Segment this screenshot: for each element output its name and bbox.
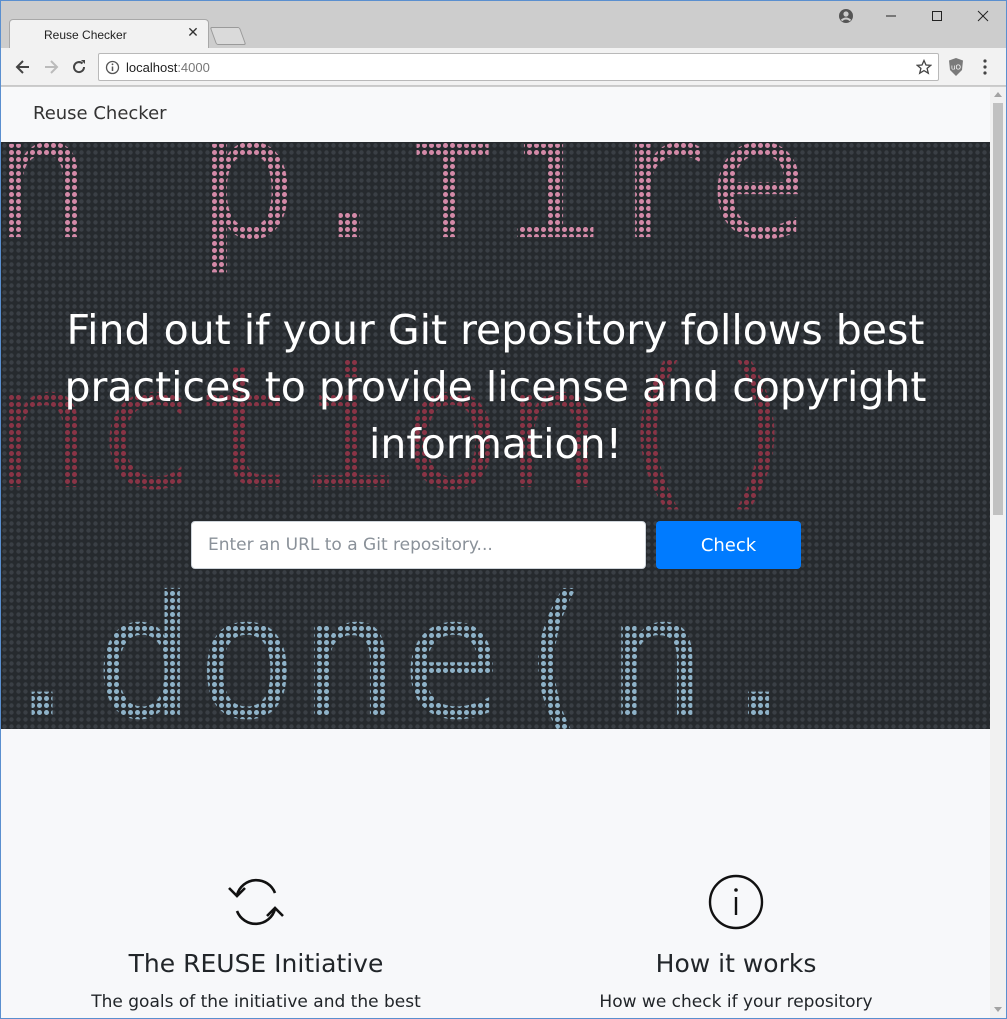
check-button[interactable]: Check <box>656 521 801 569</box>
reload-icon <box>73 60 86 74</box>
more-menu-icon[interactable] <box>979 58 991 76</box>
repository-url-input[interactable] <box>191 521 646 569</box>
browser-titlebar: Reuse Checker ✕ <box>1 1 1006 49</box>
hero-code-line-3: .done(n. <box>1 560 810 729</box>
feature-description: How we check if your repository <box>599 992 873 1012</box>
info-icon[interactable] <box>105 60 120 75</box>
scroll-up-arrow-icon[interactable] <box>994 92 1002 97</box>
ublock-extension-icon[interactable]: uO <box>947 57 965 77</box>
maximize-button[interactable] <box>914 1 960 31</box>
hero-title: Find out if your Git repository follows … <box>64 306 927 468</box>
scroll-thumb[interactable] <box>993 103 1003 515</box>
back-arrow-icon <box>15 60 29 74</box>
url-port: :4000 <box>177 60 210 75</box>
profile-icon[interactable] <box>837 7 855 25</box>
feature-title: How it works <box>655 949 817 978</box>
svg-text:uO: uO <box>951 64 961 72</box>
minimize-icon <box>886 15 896 17</box>
url-host: localhost <box>126 60 178 75</box>
maximize-icon <box>932 11 942 21</box>
feature-reuse-initiative: The REUSE Initiative The goals of the in… <box>16 729 496 1012</box>
browser-toolbar: localhost:4000 uO <box>1 48 1006 86</box>
page-scrollbar[interactable] <box>990 87 1006 1018</box>
reload-button[interactable] <box>68 56 90 78</box>
hero-code-line-1: n p.fire <box>1 142 810 278</box>
minimize-button[interactable] <box>868 1 914 31</box>
scroll-down-arrow-icon[interactable] <box>994 1007 1002 1012</box>
tab-title: Reuse Checker <box>44 28 127 42</box>
browser-tab[interactable]: Reuse Checker ✕ <box>9 19 209 49</box>
address-bar[interactable]: localhost:4000 <box>98 53 939 81</box>
bookmark-star-icon[interactable] <box>916 59 932 75</box>
feature-how-it-works: How it works How we check if your reposi… <box>496 729 976 1012</box>
refresh-icon <box>228 878 284 926</box>
info-icon <box>708 874 764 930</box>
navbar-brand[interactable]: Reuse Checker <box>33 103 167 124</box>
browser-window: Reuse Checker ✕ localhost:4000 uO Reuse … <box>0 0 1007 1019</box>
forward-arrow-icon <box>45 60 59 74</box>
feature-description: The goals of the initiative and the best <box>91 992 421 1012</box>
feature-title: The REUSE Initiative <box>128 949 384 978</box>
close-window-button[interactable] <box>960 1 1006 31</box>
window-controls <box>868 1 1006 31</box>
url-text: localhost:4000 <box>126 60 210 75</box>
site-navbar: Reuse Checker <box>1 87 990 142</box>
page-viewport: Reuse Checker n p.fire nction() .done(n.… <box>1 87 990 1018</box>
forward-button[interactable] <box>40 56 62 78</box>
back-button[interactable] <box>12 56 34 78</box>
hero-section: n p.fire nction() .done(n. Find out if y… <box>1 142 990 729</box>
new-tab-button[interactable] <box>209 27 247 45</box>
close-icon <box>977 10 989 22</box>
tab-close-icon[interactable]: ✕ <box>185 25 201 41</box>
